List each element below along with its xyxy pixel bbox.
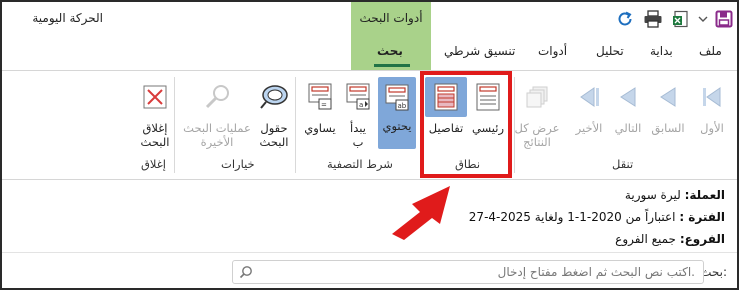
period-line: الفترة : اعتباراً من 2020-1-1 ولغاية 202… xyxy=(469,210,725,224)
group-separator xyxy=(514,77,515,173)
group-label-filter: شرط التصفية xyxy=(327,157,393,171)
tab-analysis[interactable]: تحليل xyxy=(596,44,624,58)
branches-line: الفروع: جميع الفروع xyxy=(615,232,725,246)
close-search-label-line1: إغلاق xyxy=(142,121,168,135)
show-all-results-button[interactable]: عرض كل النتائج xyxy=(513,77,561,149)
group-label-navigate: تنقل xyxy=(612,157,634,171)
filter-starts-with-button[interactable]: a يبدأ ب xyxy=(340,77,376,149)
starts-with-icon: a xyxy=(339,77,377,117)
active-tab-indicator xyxy=(374,64,410,67)
filter-starts-with-label-line1: يبدأ xyxy=(350,121,366,135)
refresh-icon[interactable] xyxy=(614,8,636,30)
search-placeholder: اكتب نص البحث ثم اضغط مفتاح إدخال. xyxy=(497,265,695,279)
save-icon[interactable] xyxy=(713,8,735,30)
svg-text:a: a xyxy=(359,101,363,109)
red-arrow-icon xyxy=(392,186,450,240)
search-fields-icon xyxy=(255,77,293,117)
context-group-label: أدوات البحث xyxy=(359,11,423,25)
first-button[interactable]: الأول xyxy=(691,77,733,135)
divider xyxy=(2,252,737,253)
period-value: اعتباراً من 2020-1-1 ولغاية 2025-4-27 xyxy=(468,210,676,224)
last-button[interactable]: الأخير xyxy=(568,77,610,135)
recent-searches-button[interactable]: عمليات البحث الأخيرة xyxy=(180,77,254,149)
filter-equals-label: يساوي xyxy=(304,121,336,135)
currency-value: ليرة سورية xyxy=(624,188,681,202)
currency-line: العملة: ليرة سورية xyxy=(625,188,725,202)
recent-searches-icon xyxy=(198,77,236,117)
equals-icon: = xyxy=(301,77,339,117)
previous-button[interactable]: السابق xyxy=(644,77,692,135)
svg-text:=: = xyxy=(321,101,327,109)
tab-home[interactable]: بداية xyxy=(650,44,673,58)
svg-text:ab: ab xyxy=(398,102,407,110)
tab-conditional-formatting[interactable]: تنسيق شرطي xyxy=(444,44,515,58)
next-label: التالي xyxy=(614,121,642,135)
first-label: الأول xyxy=(700,121,724,135)
filter-starts-with-label-line2: ب xyxy=(352,135,364,149)
ribbon-tabs: ملف بداية تحليل أدوات تنسيق شرطي بحث xyxy=(2,36,737,70)
period-label: الفترة : xyxy=(679,210,725,224)
last-icon xyxy=(570,77,608,117)
show-all-results-icon xyxy=(518,77,556,117)
search-label: بحث: xyxy=(700,265,727,279)
recent-searches-label-line1: عمليات البحث xyxy=(183,121,251,135)
app-title: الحركة اليومية xyxy=(32,11,103,25)
recent-searches-label-line2: الأخيرة xyxy=(200,135,234,149)
close-search-button[interactable]: إغلاق البحث xyxy=(135,77,175,149)
search-fields-button[interactable]: حقول البحث xyxy=(254,77,294,149)
highlight-box xyxy=(420,71,512,178)
search-icon xyxy=(239,265,253,282)
search-row: بحث: اكتب نص البحث ثم اضغط مفتاح إدخال. xyxy=(2,257,737,287)
next-button[interactable]: التالي xyxy=(608,77,648,135)
group-label-close: إغلاق xyxy=(141,157,166,171)
close-icon xyxy=(136,77,174,117)
tab-file[interactable]: ملف xyxy=(699,44,722,58)
window: الحركة اليومية أدوات البحث ملف بداية تحل… xyxy=(0,0,739,290)
first-icon xyxy=(693,77,731,117)
ribbon: الأول السابق التالي الأخير عرض كل النتائ… xyxy=(2,70,737,180)
chevron-down-icon[interactable] xyxy=(692,8,714,30)
previous-label: السابق xyxy=(651,121,685,135)
show-all-results-label-line1: عرض كل xyxy=(514,121,560,135)
show-all-results-label-line2: النتائج xyxy=(523,135,551,149)
filter-contains-label: يحتوي xyxy=(382,119,412,133)
group-label-options: خيارات xyxy=(221,157,255,171)
search-fields-label-line2: البحث xyxy=(259,135,289,149)
previous-icon xyxy=(649,77,687,117)
tab-tools[interactable]: أدوات xyxy=(538,44,567,58)
tab-search[interactable]: بحث xyxy=(377,44,403,58)
contains-icon: ab xyxy=(378,77,416,149)
search-input[interactable]: اكتب نص البحث ثم اضغط مفتاح إدخال. xyxy=(232,260,704,284)
close-search-label-line2: البحث xyxy=(140,135,170,149)
branches-label: الفروع: xyxy=(679,232,725,246)
currency-label: العملة: xyxy=(684,188,725,202)
excel-export-icon[interactable] xyxy=(670,8,692,30)
next-icon xyxy=(609,77,647,117)
print-icon[interactable] xyxy=(642,8,664,30)
group-separator xyxy=(295,77,296,173)
last-label: الأخير xyxy=(575,121,603,135)
branches-value: جميع الفروع xyxy=(615,232,676,246)
search-fields-label-line1: حقول xyxy=(260,121,288,135)
filter-equals-button[interactable]: = يساوي xyxy=(300,77,340,135)
filter-contains-button[interactable]: ab يحتوي xyxy=(378,77,416,149)
